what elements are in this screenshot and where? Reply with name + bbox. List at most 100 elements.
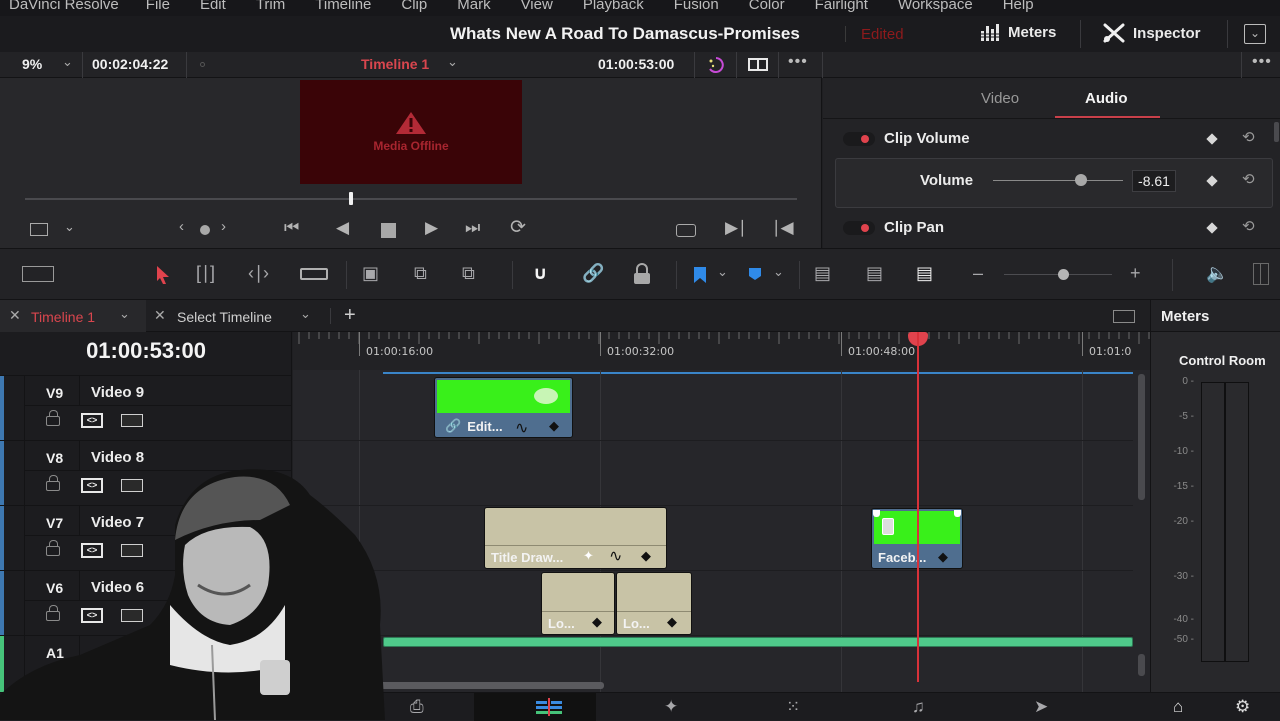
vertical-scrollbar-lower[interactable]	[1138, 654, 1145, 676]
zoom-in-icon[interactable]: +	[1130, 263, 1141, 284]
playhead[interactable]	[917, 332, 919, 682]
chevron-down-icon[interactable]: ⌄	[62, 54, 73, 70]
linked-selection-icon[interactable]: 🔗	[582, 263, 604, 284]
go-to-end-icon[interactable]: ⏭	[465, 218, 480, 238]
lock-icon[interactable]	[46, 540, 60, 556]
zoom-detail-icon[interactable]: ▤	[866, 263, 883, 284]
timeline-ruler[interactable]: 01:00:16:00 01:00:32:00 01:00:48:00 01:0…	[293, 332, 1150, 370]
menu-davinci-resolve[interactable]: DaVinci Resolve	[9, 0, 119, 13]
menu-fairlight[interactable]: Fairlight	[815, 0, 868, 13]
menu-mark[interactable]: Mark	[457, 0, 490, 13]
dynamic-trim-icon[interactable]: ‹∣›	[248, 263, 269, 284]
horizontal-scrollbar[interactable]	[293, 682, 604, 689]
loop-icon[interactable]: ⟳	[510, 216, 526, 239]
track-header-v6[interactable]: V6 Video 6 <>	[0, 570, 292, 636]
color-sparkle-icon[interactable]	[706, 55, 726, 80]
trim-edit-icon[interactable]: [∣]	[196, 263, 215, 284]
timeline-clip-edit[interactable]: 🔗 Edit... ∿ ◆	[434, 377, 573, 438]
lock-icon[interactable]	[46, 410, 60, 426]
menu-trim[interactable]: Trim	[256, 0, 285, 13]
cut-page-icon[interactable]: ⎙	[410, 697, 424, 717]
track-name[interactable]: Video 6	[91, 579, 144, 596]
volume-slider[interactable]	[993, 174, 1123, 186]
scrubber-handle[interactable]	[349, 192, 354, 205]
tab-select-timeline[interactable]: ✕ Select Timeline ⌄	[147, 300, 327, 332]
auto-select-icon[interactable]: <>	[81, 478, 103, 493]
marker-icon[interactable]	[748, 267, 762, 281]
timeline-clip-lo-2[interactable]: Lo... ◆	[616, 572, 692, 635]
meters-toggle-icon[interactable]	[1253, 263, 1269, 285]
match-frame-icon[interactable]	[676, 224, 696, 237]
reset-icon[interactable]: ⟲	[1242, 128, 1255, 146]
auto-select-icon[interactable]: <>	[81, 608, 103, 623]
menu-fusion[interactable]: Fusion	[674, 0, 719, 13]
collapse-button[interactable]: ⌄	[1244, 24, 1266, 44]
viewer-mode-icon[interactable]	[30, 223, 48, 236]
blade-tool-icon[interactable]	[300, 268, 328, 280]
play-reverse-icon[interactable]: ◀	[336, 218, 349, 238]
go-to-start-icon[interactable]: ⏮	[284, 218, 299, 238]
track-name[interactable]: Video 7	[91, 514, 144, 531]
auto-select-icon[interactable]: <>	[81, 413, 103, 428]
inspector-options-icon[interactable]: •••	[1252, 53, 1272, 71]
insert-clip-icon[interactable]: ▣	[362, 263, 379, 284]
timeline-panel-toggle-icon[interactable]	[1113, 310, 1135, 323]
overwrite-clip-icon[interactable]: ⧉	[414, 263, 427, 284]
dual-viewer-icon[interactable]	[748, 58, 768, 71]
viewer-zoom[interactable]: 9%	[22, 56, 42, 72]
snapping-icon[interactable]: ∪	[533, 263, 548, 284]
replace-clip-icon[interactable]: ⧉	[462, 263, 475, 284]
reset-icon[interactable]: ⟲	[1242, 170, 1255, 188]
deliver-page-icon[interactable]: ➤	[1034, 697, 1048, 717]
lock-icon[interactable]	[46, 605, 60, 621]
track-name[interactable]: Video 8	[91, 449, 144, 466]
timeline-clip-title[interactable]: Title Draw... ✦ ∿ ◆	[484, 507, 667, 569]
menu-view[interactable]: View	[521, 0, 553, 13]
audio-speaker-icon[interactable]: 🔈	[1206, 263, 1228, 284]
zoom-slider-knob[interactable]	[1058, 269, 1070, 280]
clip-trim-handle-right[interactable]	[954, 510, 961, 517]
volume-value-field[interactable]: -8.61	[1132, 170, 1176, 192]
chevron-down-icon[interactable]: ⌄	[773, 264, 784, 280]
home-icon[interactable]: ⌂	[1173, 697, 1183, 717]
chevron-down-icon[interactable]: ⌄	[717, 264, 728, 280]
menu-timeline[interactable]: Timeline	[315, 0, 371, 13]
position-lock-icon[interactable]	[632, 263, 652, 285]
tab-timeline-1[interactable]: ✕ Timeline 1 ⌄	[0, 300, 146, 332]
keyframe-icon[interactable]	[1206, 133, 1218, 145]
menu-color[interactable]: Color	[749, 0, 785, 13]
fairlight-page-icon[interactable]: ♫	[912, 697, 925, 717]
auto-select-icon[interactable]: <>	[81, 543, 103, 558]
audio-clip-a1[interactable]	[383, 637, 1133, 647]
edit-page-tab[interactable]	[474, 693, 596, 721]
reset-icon[interactable]: ⟲	[1242, 217, 1255, 235]
track-name[interactable]: Video 9	[91, 384, 144, 401]
track-visibility-icon[interactable]	[121, 544, 143, 557]
add-tab-icon[interactable]: +	[344, 304, 356, 327]
color-page-icon[interactable]: ⁙	[786, 697, 800, 717]
menu-playback[interactable]: Playback	[583, 0, 644, 13]
close-icon[interactable]: ✕	[154, 307, 166, 324]
zoom-custom-icon[interactable]: ▤	[916, 263, 933, 284]
chevron-down-icon[interactable]: ⌄	[64, 219, 75, 235]
inspector-button[interactable]: Inspector	[1103, 23, 1201, 43]
track-header-a1[interactable]: A1	[0, 635, 292, 701]
jog-right-icon[interactable]: ›	[221, 218, 226, 235]
timeline-view-options-icon[interactable]	[22, 266, 54, 282]
inspector-scrollbar[interactable]	[1274, 122, 1279, 142]
menu-clip[interactable]: Clip	[401, 0, 427, 13]
timeline-name-dropdown[interactable]: Timeline 1	[361, 56, 429, 72]
previous-edit-icon[interactable]: ∣◀	[772, 218, 794, 238]
zoom-out-icon[interactable]: –	[973, 263, 983, 284]
menu-edit[interactable]: Edit	[200, 0, 226, 13]
next-edit-icon[interactable]: ▶∣	[725, 218, 747, 238]
play-icon[interactable]: ▶	[425, 218, 438, 238]
zoom-full-timeline-icon[interactable]: ▤	[814, 263, 831, 284]
fusion-page-icon[interactable]: ✦	[664, 697, 678, 717]
vertical-scrollbar-upper[interactable]	[1138, 374, 1145, 500]
track-header-v9[interactable]: V9 Video 9 <>	[0, 375, 292, 441]
selection-tool-icon[interactable]	[155, 265, 171, 285]
clip-volume-toggle[interactable]	[843, 132, 875, 146]
track-header-v7[interactable]: V7 Video 7 <>	[0, 505, 292, 571]
menu-workspace[interactable]: Workspace	[898, 0, 973, 13]
